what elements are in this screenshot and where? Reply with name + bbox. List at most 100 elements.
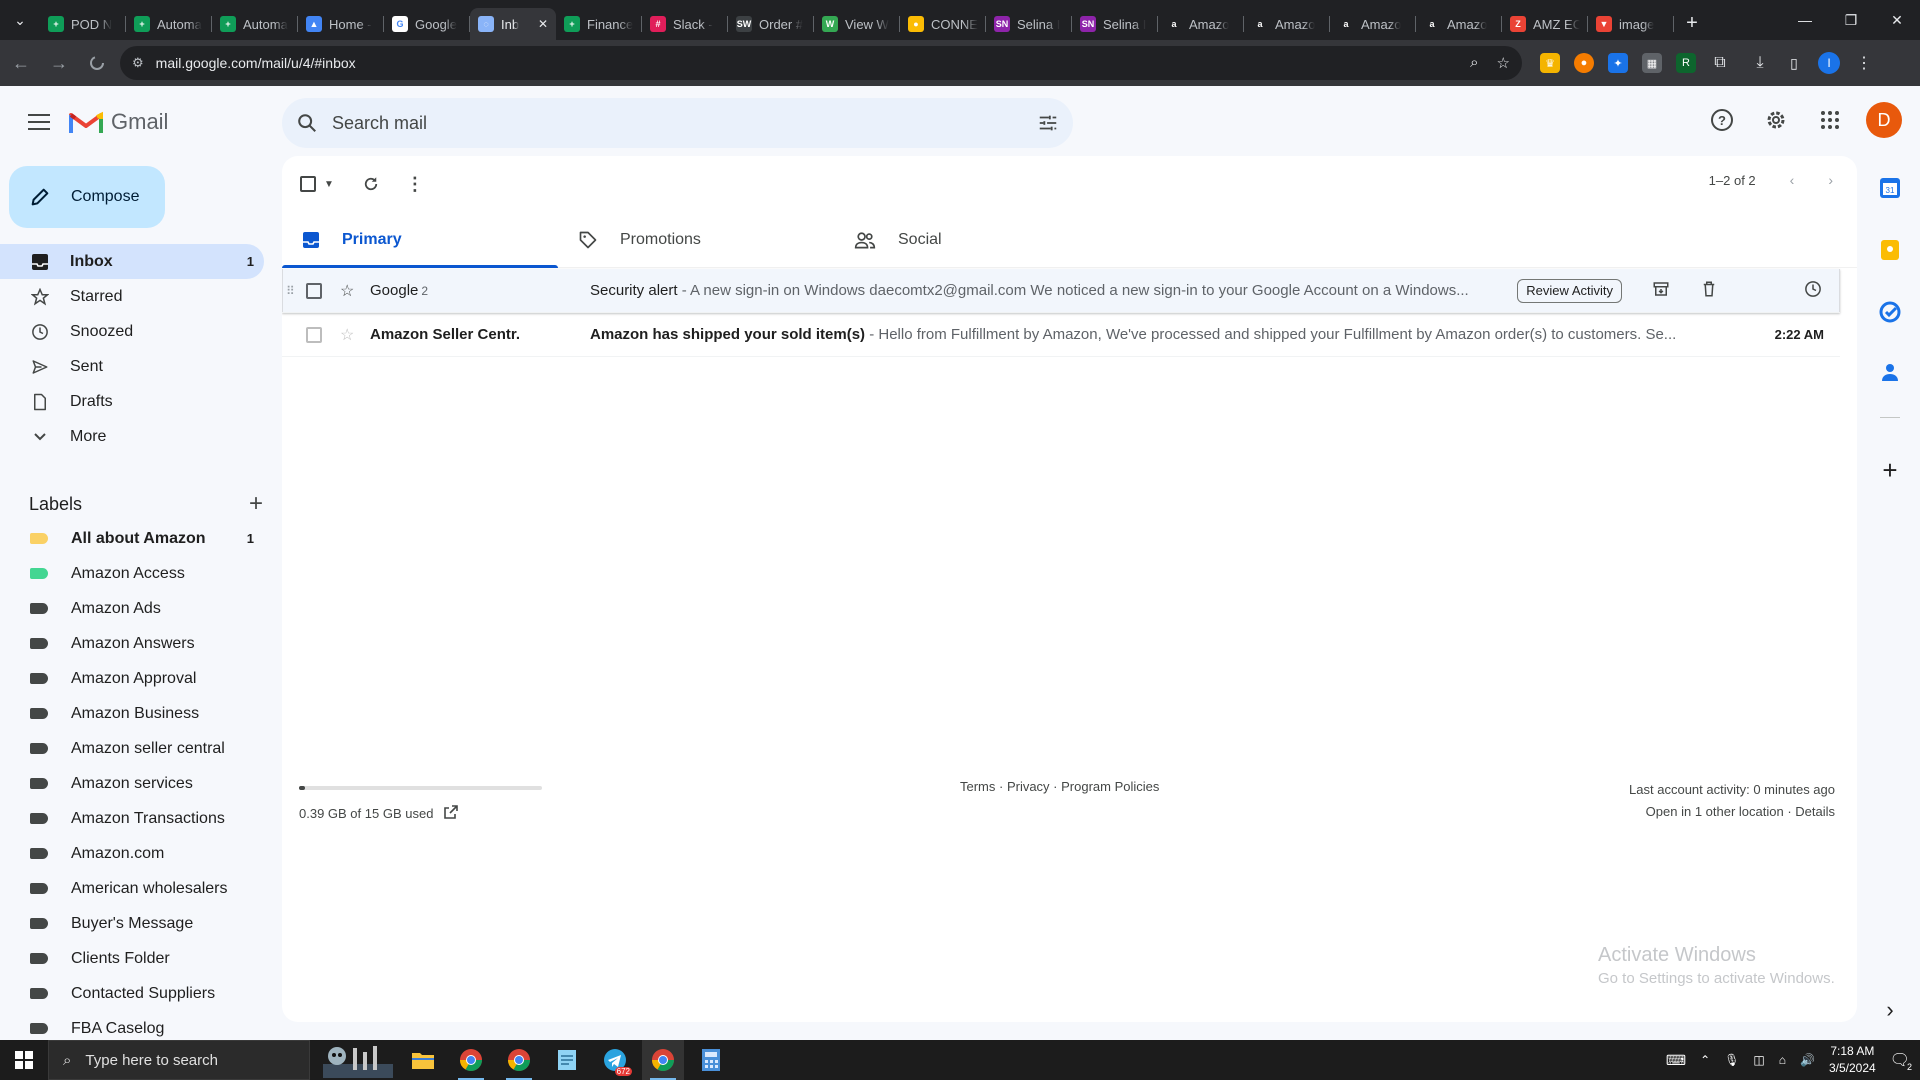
refresh-icon[interactable]	[362, 164, 380, 204]
extensions-puzzle-icon[interactable]: ⧉	[1710, 53, 1730, 73]
policy-links[interactable]: Terms · Privacy · Program Policies	[960, 779, 1159, 794]
browser-tab[interactable]: ◌ Inb ✕	[470, 8, 556, 40]
help-icon[interactable]: ?	[1702, 100, 1742, 140]
settings-gear-icon[interactable]	[1756, 100, 1796, 140]
label-item[interactable]: FBA Caselog	[0, 1011, 264, 1040]
keyboard-icon[interactable]: ⌨	[1666, 1052, 1686, 1069]
search-bar[interactable]	[282, 98, 1073, 148]
browser-tab[interactable]: + Automa	[126, 8, 212, 40]
google-apps-icon[interactable]	[1810, 100, 1850, 140]
sidebar-item-snoozed[interactable]: Snoozed	[0, 314, 264, 349]
row-checkbox[interactable]	[306, 282, 322, 299]
browser-tab[interactable]: ▼ image	[1588, 8, 1674, 40]
label-item[interactable]: Amazon Answers	[0, 626, 264, 661]
extension-icon[interactable]: R	[1676, 53, 1696, 73]
new-tab-button[interactable]: +	[1674, 7, 1710, 39]
taskbar-search[interactable]: ⌕ Type here to search	[48, 1040, 310, 1080]
label-item[interactable]: All about Amazon 1	[0, 521, 264, 556]
browser-tab[interactable]: ▲ Home -	[298, 8, 384, 40]
label-item[interactable]: Amazon Approval	[0, 661, 264, 696]
snooze-clock-icon[interactable]	[1804, 280, 1822, 302]
tab-search-icon[interactable]: ⌄	[0, 0, 40, 40]
label-item[interactable]: Amazon services	[0, 766, 264, 801]
label-item[interactable]: Amazon seller central	[0, 731, 264, 766]
browser-tab[interactable]: a Amazo	[1158, 8, 1244, 40]
browser-tab[interactable]: W View W	[814, 8, 900, 40]
chrome-active-window-icon[interactable]	[642, 1040, 684, 1080]
label-item[interactable]: Amazon Access	[0, 556, 264, 591]
browser-tab[interactable]: a Amazo	[1244, 8, 1330, 40]
search-input[interactable]	[332, 112, 1037, 134]
browser-tab[interactable]: a Amazo	[1330, 8, 1416, 40]
browser-tab[interactable]: a Amazo	[1416, 8, 1502, 40]
tab-primary[interactable]: Primary	[282, 212, 558, 268]
calendar-icon[interactable]: 31	[1878, 176, 1902, 200]
minimize-icon[interactable]: —	[1782, 0, 1828, 40]
file-explorer-icon[interactable]	[402, 1040, 444, 1080]
browser-tab[interactable]: ● CONNE	[900, 8, 986, 40]
sidebar-item-drafts[interactable]: Drafts	[0, 384, 264, 419]
notepad-icon[interactable]	[546, 1040, 588, 1080]
microphone-icon[interactable]: 🎙	[1724, 1053, 1739, 1067]
tab-close-icon[interactable]: ✕	[538, 17, 548, 31]
zoom-icon[interactable]: ⌕	[1470, 54, 1478, 72]
open-external-icon[interactable]	[443, 804, 459, 823]
sidebar-item-sent[interactable]: Sent	[0, 349, 264, 384]
browser-profile-avatar[interactable]: I	[1818, 52, 1840, 74]
row-checkbox[interactable]	[306, 326, 322, 343]
tab-promotions[interactable]: Promotions	[558, 212, 834, 268]
tab-social[interactable]: Social	[834, 212, 1110, 268]
label-item[interactable]: Amazon Ads	[0, 591, 264, 626]
sidebar-item-inbox[interactable]: Inbox 1	[0, 244, 264, 279]
email-row[interactable]: ⠿ ☆ Google 2 Security alert - A new sign-in …	[282, 269, 1840, 313]
label-item[interactable]: Amazon.com	[0, 836, 264, 871]
label-item[interactable]: Buyer's Message	[0, 906, 264, 941]
windows-start-icon[interactable]	[0, 1040, 48, 1080]
restore-icon[interactable]: ❐	[1828, 0, 1874, 40]
keep-icon[interactable]	[1878, 238, 1902, 262]
news-widget-icon[interactable]	[320, 1040, 396, 1080]
extension-icon[interactable]: ▦	[1642, 53, 1662, 73]
back-icon[interactable]: ←	[4, 46, 38, 80]
extension-icon[interactable]: ✦	[1608, 53, 1628, 73]
review-activity-button[interactable]: Review Activity	[1517, 278, 1622, 303]
gmail-logo[interactable]: Gmail	[69, 109, 168, 135]
extension-icon[interactable]: ●	[1574, 53, 1594, 73]
sidebar-item-more[interactable]: More	[0, 419, 264, 454]
browser-menu-icon[interactable]: ⋮	[1854, 53, 1874, 73]
prev-page-icon[interactable]: ‹	[1790, 172, 1795, 188]
browser-tab[interactable]: SN Selina I	[1072, 8, 1158, 40]
bookmark-star-icon[interactable]: ☆	[1497, 54, 1510, 72]
label-item[interactable]: Clients Folder	[0, 941, 264, 976]
tasks-icon[interactable]	[1878, 300, 1902, 324]
volume-icon[interactable]: 🔊	[1800, 1053, 1815, 1067]
download-icon[interactable]: ⤓	[1750, 53, 1770, 73]
star-icon[interactable]: ☆	[340, 281, 358, 301]
forward-icon[interactable]: →	[42, 46, 76, 80]
contacts-icon[interactable]	[1878, 360, 1902, 384]
label-item[interactable]: Amazon Transactions	[0, 801, 264, 836]
sidebar-item-starred[interactable]: Starred	[0, 279, 264, 314]
next-page-icon[interactable]: ›	[1828, 172, 1833, 188]
browser-tab[interactable]: + Finance	[556, 8, 642, 40]
search-icon[interactable]	[296, 112, 318, 134]
label-item[interactable]: Amazon Business	[0, 696, 264, 731]
drag-handle-icon[interactable]: ⠿	[286, 284, 300, 298]
email-row[interactable]: ☆ Amazon Seller Centr. Amazon has shipped …	[282, 313, 1840, 357]
show-hidden-icons-icon[interactable]: ⌃	[1700, 1053, 1710, 1067]
main-menu-icon[interactable]	[15, 98, 63, 146]
browser-tab[interactable]: # Slack -	[642, 8, 728, 40]
extension-icon[interactable]: ♛	[1540, 53, 1560, 73]
browser-tab[interactable]: SN Selina I	[986, 8, 1072, 40]
browser-tab[interactable]: SW Order #	[728, 8, 814, 40]
chrome-profile-icon[interactable]	[450, 1040, 492, 1080]
label-item[interactable]: American wholesalers	[0, 871, 264, 906]
show-side-panel-icon[interactable]: ›	[1878, 997, 1902, 1022]
browser-tab[interactable]: Z AMZ EC	[1502, 8, 1588, 40]
compose-button[interactable]: Compose	[9, 166, 165, 228]
more-options-icon[interactable]: ⋮	[406, 164, 424, 204]
browser-tab[interactable]: + Automa	[212, 8, 298, 40]
network-icon[interactable]: ⌂	[1779, 1053, 1786, 1067]
browser-tab[interactable]: + POD N	[40, 8, 126, 40]
add-addon-icon[interactable]: +	[1878, 455, 1902, 485]
